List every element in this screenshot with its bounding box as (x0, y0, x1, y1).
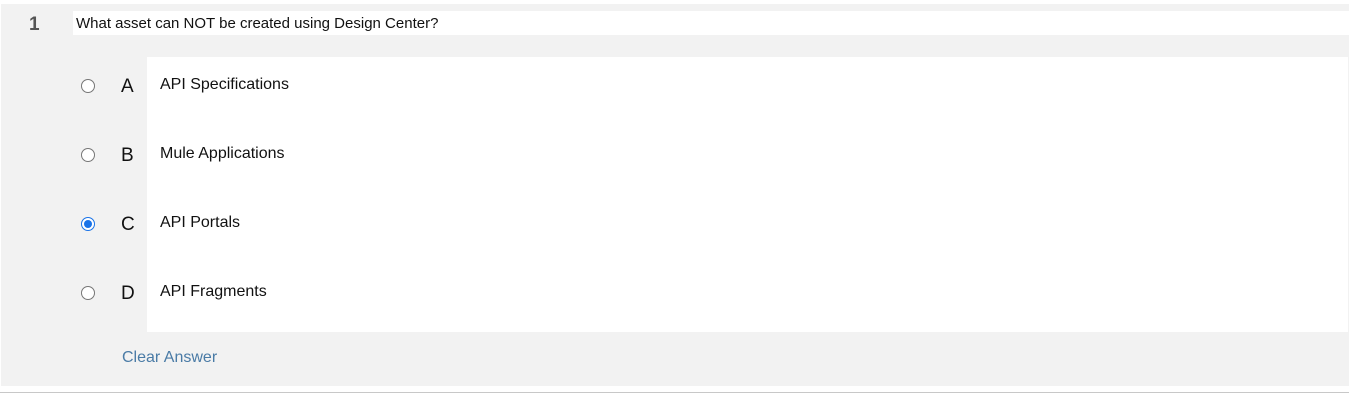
option-b-body: Mule Applications (147, 126, 1348, 195)
answer-footer: Clear Answer (67, 332, 1348, 382)
bottom-divider (0, 392, 1349, 393)
option-b-selector: B (67, 126, 147, 195)
option-a-body: API Specifications (147, 57, 1348, 126)
option-d-radio[interactable] (81, 286, 95, 300)
option-a-selector: A (67, 57, 147, 126)
option-b[interactable]: B Mule Applications (67, 126, 1348, 195)
question-number: 1 (29, 14, 40, 35)
option-d-selector: D (67, 264, 147, 333)
question-text: What asset can NOT be created using Desi… (76, 15, 439, 32)
option-b-label[interactable]: Mule Applications (160, 145, 285, 163)
option-d-letter: D (121, 283, 135, 304)
option-d[interactable]: D API Fragments (67, 264, 1348, 333)
option-a-label[interactable]: API Specifications (160, 76, 289, 94)
option-c-selector: C (67, 195, 147, 264)
option-c-letter: C (121, 214, 135, 235)
option-b-letter: B (121, 145, 134, 166)
option-c-label[interactable]: API Portals (160, 214, 240, 232)
option-c-radio[interactable] (81, 217, 95, 231)
clear-answer-link[interactable]: Clear Answer (122, 349, 217, 367)
option-d-body: API Fragments (147, 264, 1348, 333)
option-a-letter: A (121, 76, 134, 97)
option-a[interactable]: A API Specifications (67, 57, 1348, 126)
option-c[interactable]: C API Portals (67, 195, 1348, 264)
question-text-row: What asset can NOT be created using Desi… (73, 11, 1349, 35)
answer-options: A API Specifications B Mule Applications… (67, 57, 1348, 333)
option-d-label[interactable]: API Fragments (160, 283, 267, 301)
option-c-body: API Portals (147, 195, 1348, 264)
option-b-radio[interactable] (81, 148, 95, 162)
option-a-radio[interactable] (81, 79, 95, 93)
